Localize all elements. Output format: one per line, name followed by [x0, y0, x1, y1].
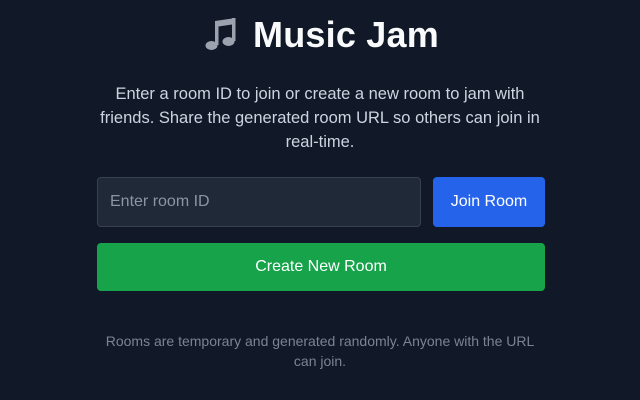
app-header: Music Jam — [0, 14, 640, 56]
music-jam-page: Music Jam Enter a room ID to join or cre… — [0, 0, 640, 400]
room-id-input[interactable] — [97, 177, 421, 227]
music-note-icon — [201, 15, 241, 55]
create-room-button[interactable]: Create New Room — [97, 243, 545, 291]
footer-note: Rooms are temporary and generated random… — [105, 333, 535, 369]
page-title: Music Jam — [253, 14, 439, 55]
join-room-button[interactable]: Join Room — [433, 177, 545, 227]
intro-text: Enter a room ID to join or create a new … — [100, 85, 540, 151]
